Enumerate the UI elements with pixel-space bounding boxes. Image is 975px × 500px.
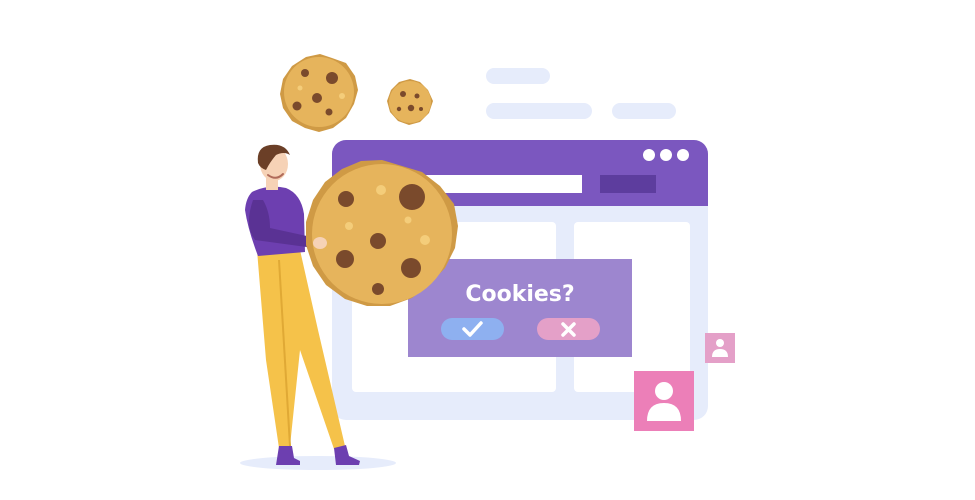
shoe-left <box>276 446 300 465</box>
cookie-consent-popup: Cookies? <box>408 259 632 357</box>
window-control-dots <box>643 149 689 161</box>
window-dot[interactable] <box>643 149 655 161</box>
decorative-lines <box>486 68 676 119</box>
user-badge-small <box>705 333 735 363</box>
ground-shadow <box>240 456 396 470</box>
browser-menu-button[interactable] <box>600 175 656 193</box>
shoe-right <box>334 445 360 465</box>
cookie-floating-small <box>387 79 433 125</box>
user-badge-large <box>634 371 694 431</box>
popup-title: Cookies? <box>465 282 574 307</box>
cookie-consent-illustration: Cookies? <box>240 54 735 470</box>
window-dot[interactable] <box>677 149 689 161</box>
accept-button[interactable] <box>441 318 504 340</box>
decline-button[interactable] <box>537 318 600 340</box>
cookie-floating-large <box>280 54 358 132</box>
hand <box>313 237 327 249</box>
window-dot[interactable] <box>660 149 672 161</box>
